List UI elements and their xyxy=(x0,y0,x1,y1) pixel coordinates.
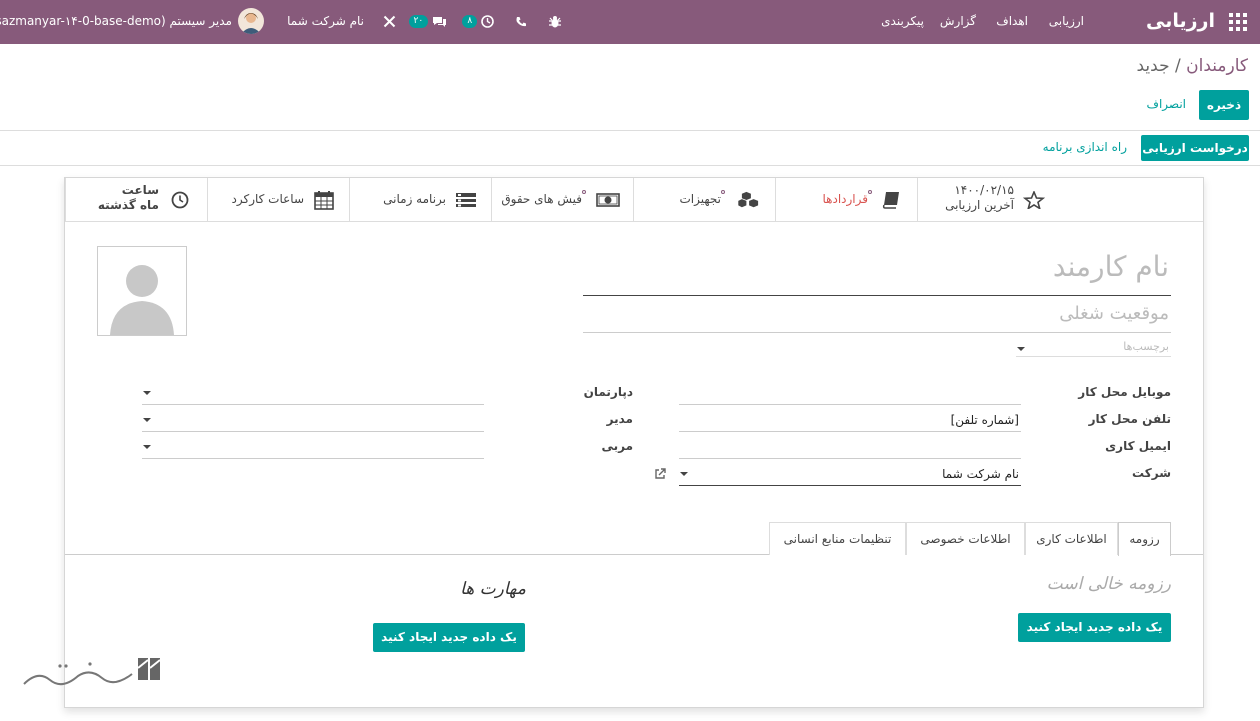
schedule-label: برنامه زمانی xyxy=(383,192,446,206)
breadcrumb-parent[interactable]: کارمندان xyxy=(1186,56,1248,76)
divider xyxy=(0,165,1260,166)
menu-goals[interactable]: اهداف xyxy=(996,0,1028,44)
phone-icon[interactable] xyxy=(515,0,527,44)
breadcrumb-separator: / xyxy=(1175,56,1181,76)
company-switcher[interactable]: نام شرکت شما xyxy=(287,0,364,44)
cubes-icon xyxy=(738,191,759,208)
menu-appraisal[interactable]: ارزیابی xyxy=(1049,0,1084,44)
request-appraisal-button[interactable]: درخواست ارزیابی xyxy=(1141,135,1249,161)
notebook-tabs: رزومه اطلاعات کاری اطلاعات خصوصی تنظیمات… xyxy=(65,522,1203,556)
label-mobile: موبایل محل کار xyxy=(1078,385,1171,399)
indicator-dot xyxy=(582,190,586,194)
chevron-down-icon[interactable] xyxy=(680,472,688,476)
email-field[interactable] xyxy=(679,458,1021,459)
work-hours-button[interactable]: ساعات کارکرد xyxy=(207,178,349,222)
manager-field[interactable] xyxy=(142,431,484,432)
activity-indicator[interactable]: ۸ xyxy=(462,0,494,44)
last-month-hours-button[interactable]: ساعت ماه گذشته xyxy=(65,178,207,222)
mobile-field[interactable] xyxy=(679,404,1021,405)
tab-hr-settings[interactable]: تنظیمات منابع انسانی xyxy=(769,522,906,555)
last-appraisal-label: آخرین ارزیابی xyxy=(945,198,1014,212)
tools-icon[interactable] xyxy=(383,0,396,44)
launch-plan-button[interactable]: راه اندازی برنامه xyxy=(1043,140,1127,154)
external-link-icon[interactable] xyxy=(654,468,666,480)
book-icon xyxy=(882,192,899,209)
label-coach: مربی xyxy=(601,439,633,453)
department-field[interactable] xyxy=(142,404,484,405)
resume-empty-text: رزومه خالی است xyxy=(1046,574,1171,594)
chevron-down-icon[interactable] xyxy=(143,445,151,449)
label-company: شرکت xyxy=(1132,466,1171,480)
create-resume-line-button[interactable]: یک داده جدید ایجاد کنید xyxy=(1018,613,1171,642)
menu-configuration[interactable]: پیکربندی xyxy=(881,0,924,44)
hours-line1: ساعت xyxy=(121,183,159,197)
app-title[interactable]: ارزیابی xyxy=(1146,0,1215,44)
activity-badge: ۸ xyxy=(462,15,478,28)
contracts-label: قراردادها xyxy=(822,192,869,206)
form-sheet: ۱۴۰۰/۰۲/۱۵ آخرین ارزیابی قراردادها تجهیز… xyxy=(64,177,1204,708)
phone-field-line xyxy=(679,431,1021,432)
warning-dot xyxy=(868,190,872,194)
company-field[interactable]: نام شرکت شما xyxy=(942,467,1019,481)
indicator-dot xyxy=(721,190,725,194)
chevron-down-icon[interactable] xyxy=(1017,347,1025,351)
comments-icon xyxy=(433,17,446,27)
employee-name-input[interactable]: نام کارمند xyxy=(583,250,1171,296)
apps-menu-icon[interactable] xyxy=(1229,13,1247,31)
coach-field[interactable] xyxy=(142,458,484,459)
skills-title: مهارت ها xyxy=(460,579,526,599)
equipment-button[interactable]: تجهیزات xyxy=(633,178,775,222)
job-title-input[interactable]: موقعیت شغلی xyxy=(583,303,1171,333)
tags-input[interactable]: برچسب‌ها xyxy=(1016,340,1171,357)
messages-badge: ۲۰ xyxy=(408,15,429,28)
tab-work-info[interactable]: اطلاعات کاری xyxy=(1025,522,1118,555)
hours-line2: ماه گذشته xyxy=(97,198,159,212)
chevron-down-icon[interactable] xyxy=(143,391,151,395)
logo-watermark xyxy=(20,650,170,700)
tab-private-info[interactable]: اطلاعات خصوصی xyxy=(906,522,1025,555)
contracts-button[interactable]: قراردادها xyxy=(775,178,917,222)
user-name: مدیر سیستم (sazmanyar-۱۴-0-base-demo) xyxy=(0,14,232,28)
breadcrumb: کارمندان / جدید xyxy=(1137,56,1249,76)
payslips-label: فیش های حقوق xyxy=(501,192,582,206)
equipment-label: تجهیزات xyxy=(679,192,722,206)
save-button[interactable]: ذخیره xyxy=(1199,90,1249,120)
phone-field[interactable]: [شماره تلفن] xyxy=(951,413,1019,427)
divider xyxy=(0,130,1260,131)
last-appraisal-date: ۱۴۰۰/۰۲/۱۵ xyxy=(954,183,1014,197)
user-menu[interactable]: مدیر سیستم (sazmanyar-۱۴-0-base-demo) xyxy=(0,0,232,44)
create-skill-button[interactable]: یک داده جدید ایجاد کنید xyxy=(373,623,525,652)
employee-photo[interactable] xyxy=(97,246,187,336)
chevron-down-icon[interactable] xyxy=(143,418,151,422)
schedule-button[interactable]: برنامه زمانی xyxy=(349,178,491,222)
last-appraisal-button[interactable]: ۱۴۰۰/۰۲/۱۵ آخرین ارزیابی xyxy=(917,178,1059,222)
label-phone: تلفن محل کار xyxy=(1088,412,1171,426)
label-email: ایمیل کاری xyxy=(1105,439,1171,453)
work-hours-label: ساعات کارکرد xyxy=(231,192,304,206)
clock-icon xyxy=(171,191,189,209)
messages-indicator[interactable]: ۲۰ xyxy=(408,0,448,44)
label-manager: مدیر xyxy=(606,412,633,426)
label-department: دپارتمان xyxy=(583,385,633,399)
payslips-button[interactable]: فیش های حقوق xyxy=(491,178,633,222)
company-field-line xyxy=(679,485,1021,486)
avatar-placeholder-icon xyxy=(110,265,174,335)
star-icon xyxy=(1023,191,1045,209)
tab-resume[interactable]: رزومه xyxy=(1118,522,1171,556)
avatar[interactable] xyxy=(238,8,264,34)
smart-buttons: ۱۴۰۰/۰۲/۱۵ آخرین ارزیابی قراردادها تجهیز… xyxy=(65,178,1203,222)
debug-icon[interactable] xyxy=(548,0,562,44)
top-navbar: ارزیابی ارزیابی اهداف گزارش پیکربندی ۸ ۲… xyxy=(0,0,1260,44)
tasks-icon xyxy=(456,193,476,207)
breadcrumb-current: جدید xyxy=(1136,56,1170,76)
clock-icon xyxy=(481,15,494,28)
calendar-icon xyxy=(314,191,334,210)
money-icon xyxy=(596,193,620,207)
menu-reporting[interactable]: گزارش xyxy=(940,0,976,44)
discard-button[interactable]: انصراف xyxy=(1147,97,1186,111)
